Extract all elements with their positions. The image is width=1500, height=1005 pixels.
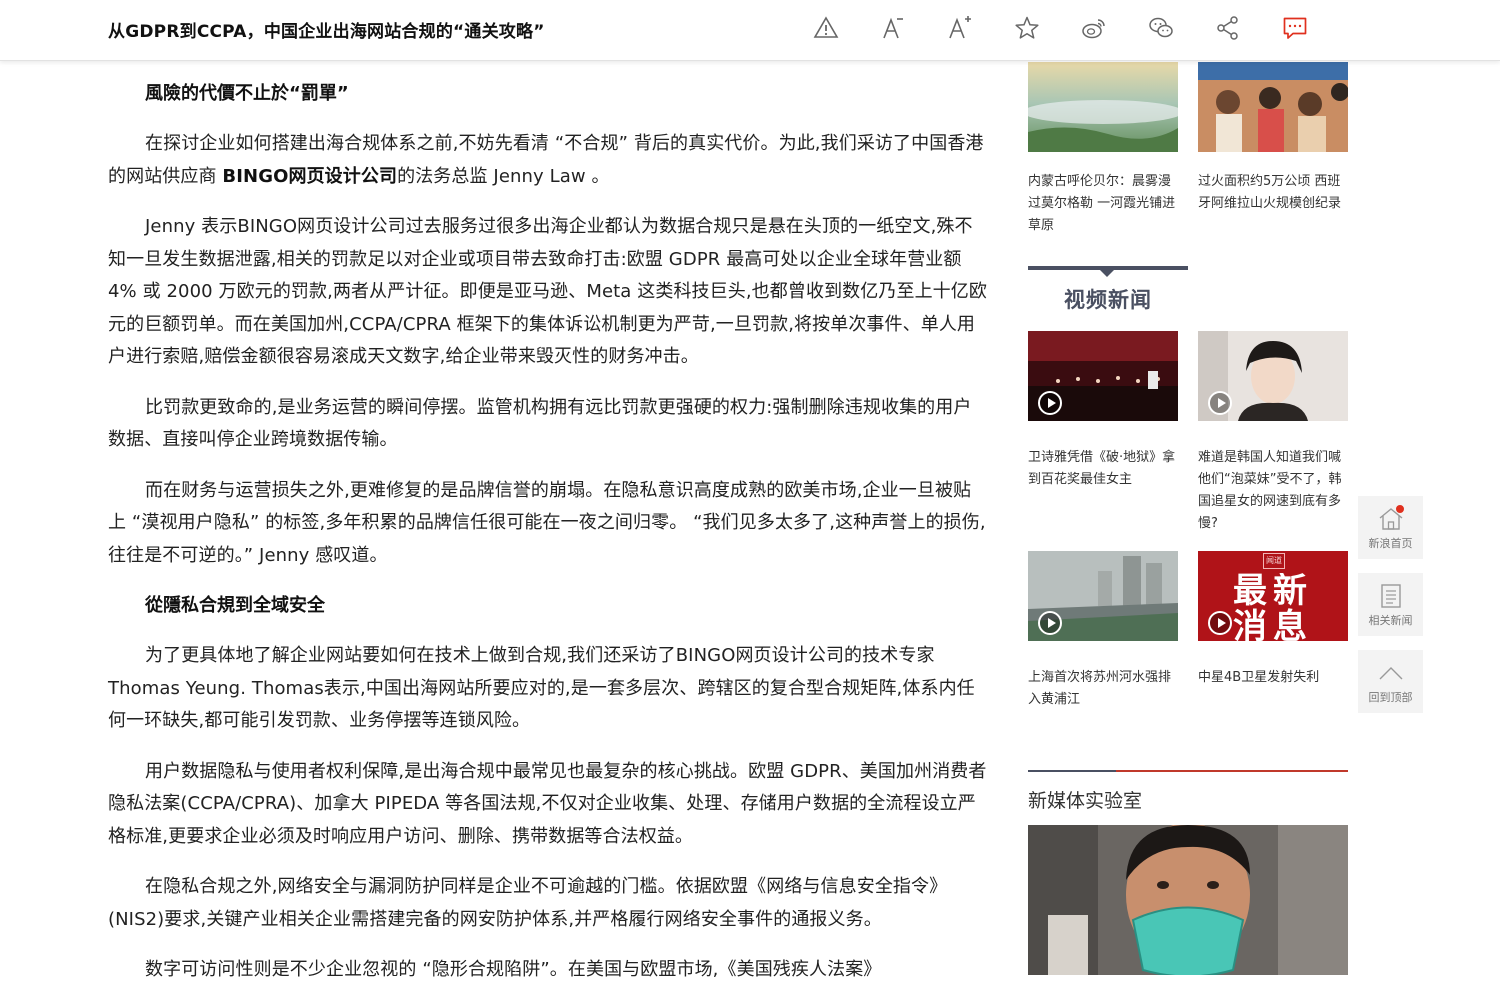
video-thumbnail[interactable] [1028,551,1178,641]
section-heading: 從隱私合規到全域安全 [145,595,325,616]
news-caption[interactable]: 过火面积约5万公顷 西班牙阿维拉山火规模创纪录 [1198,171,1348,215]
video-section-title[interactable]: 视频新闻 [1028,284,1188,314]
float-related-button[interactable]: 相关新闻 [1358,573,1423,636]
paragraph: Jenny 表示BINGO网页设计公司过去服务过很多出海企业都认为数据合规只是悬… [108,216,987,367]
share-icon[interactable] [1214,14,1242,42]
play-icon [1038,391,1062,415]
video-caption[interactable]: 中星4B卫星发射失利 [1198,667,1348,689]
section-divider-notch [1100,270,1114,277]
paragraph: 而在财务与运营损失之外,更难修复的是品牌信誉的崩塌。在隐私意识高度成熟的欧美市场… [108,479,986,566]
paragraph: 数字可访问性则是不少企业忽视的 “隐形合规陷阱”。在美国与欧盟市场,《美国残疾人… [145,959,882,980]
media-badge: 闻道 [1263,553,1285,569]
video-caption[interactable]: 难道是韩国人知道我们喊他们“泡菜妹”受不了，韩国追星女的网速到底有多慢? [1198,447,1348,535]
lab-section-title[interactable]: 新媒体实验室 [1028,786,1142,813]
float-home-label: 新浪首页 [1368,537,1413,550]
notification-dot [1396,505,1404,513]
weibo-icon[interactable] [1080,14,1108,42]
video-caption[interactable]: 卫诗雅凭借《破·地狱》拿到百花奖最佳女主 [1028,447,1178,491]
play-icon [1038,611,1062,635]
thumbnail-text: 最新消息 [1233,573,1313,641]
paragraph: 在探讨企业如何搭建出海合规体系之前,不妨先看清 “不合规” 背后的真实代价。为此… [108,133,984,187]
section-divider [1028,770,1116,772]
play-icon [1208,611,1232,635]
comment-icon[interactable] [1281,14,1309,42]
paragraph: 在隐私合规之外,网络安全与漏洞防护同样是企业不可逾越的门槛。依据欧盟《网络与信息… [108,876,948,930]
lab-video-thumbnail[interactable] [1028,825,1348,975]
document-icon [1380,584,1401,608]
news-caption[interactable]: 内蒙古呼伦贝尔：晨雾漫过莫尔格勒 一河霞光铺进草原 [1028,171,1178,237]
article-body: 風險的代價不止於“罰單” 在探讨企业如何搭建出海合规体系之前,不妨先看清 “不合… [108,78,988,1005]
section-heading: 風險的代價不止於“罰單” [145,83,349,104]
video-thumbnail[interactable]: 闻道 最新消息 [1198,551,1348,641]
video-thumbnail[interactable] [1198,331,1348,421]
paragraph: 为了更具体地了解企业网站要如何在技术上做到合规,我们还采访了BINGO网页设计公… [108,645,975,731]
chevron-up-icon [1379,667,1402,680]
top-bar: 从GDPR到CCPA，中国企业出海网站合规的“通关攻略” [0,0,1500,61]
page-title: 从GDPR到CCPA，中国企业出海网站合规的“通关攻略” [108,22,545,42]
wechat-icon[interactable] [1147,14,1175,42]
news-thumbnail[interactable] [1198,62,1348,152]
company-name: BINGO网页设计公司 [222,165,398,187]
video-thumbnail[interactable] [1028,331,1178,421]
warning-icon[interactable] [812,14,840,42]
section-divider [1116,770,1348,772]
float-home-button[interactable]: 新浪首页 [1358,496,1423,559]
font-decrease-icon[interactable] [879,14,907,42]
play-icon [1208,391,1232,415]
star-icon[interactable] [1013,14,1041,42]
float-top-button[interactable]: 回到顶部 [1358,650,1423,713]
video-caption[interactable]: 上海首次将苏州河水强排入黄浦江 [1028,667,1178,711]
float-top-label: 回到顶部 [1368,691,1413,704]
news-thumbnail[interactable] [1028,62,1178,152]
paragraph: 比罚款更致命的,是业务运营的瞬间停摆。监管机构拥有远比罚款更强硬的权力:强制删除… [108,396,972,451]
float-related-label: 相关新闻 [1368,614,1413,627]
font-increase-icon[interactable] [946,14,974,42]
paragraph: 用户数据隐私与使用者权利保障,是出海合规中最常见也最复杂的核心挑战。欧盟 GDP… [108,760,987,847]
